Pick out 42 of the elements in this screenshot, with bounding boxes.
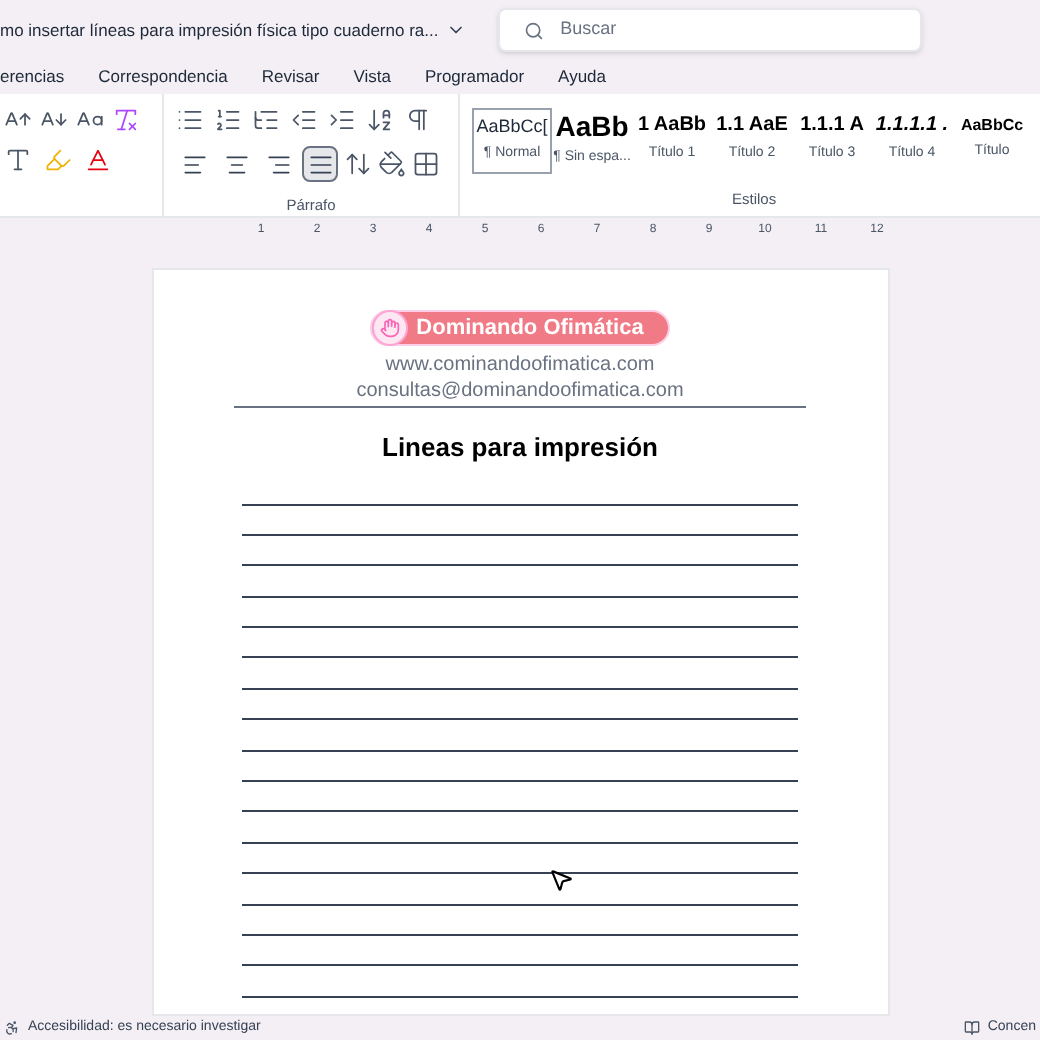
email-text: consultas@dominandoofimatica.com <box>356 379 684 404</box>
menu-tab[interactable]: Vista <box>353 64 391 90</box>
document-heading: Lineas para impresión <box>382 430 658 466</box>
document-title: mo insertar líneas para impresión física tipo cuaderno ra... <box>0 17 439 43</box>
line-spacing-icon[interactable] <box>344 150 372 178</box>
menu-tab[interactable]: erencias <box>0 64 65 90</box>
menu-tab[interactable]: Ayuda <box>558 64 606 90</box>
numbering-icon[interactable] <box>214 106 242 134</box>
menu-tab[interactable]: Programador <box>424 64 525 90</box>
menu-tab[interactable]: Correspondencia <box>98 64 228 90</box>
search-field[interactable]: Buscar <box>560 16 897 44</box>
decrease-indent-icon[interactable] <box>290 106 318 134</box>
shading-icon[interactable] <box>378 150 406 178</box>
focus-icon <box>963 1020 980 1036</box>
hand-icon <box>380 318 401 338</box>
style-preview: AaBbCc[ <box>476 117 548 136</box>
style-preview: 1 AaBb <box>637 116 707 137</box>
align-justify-icon <box>307 151 333 177</box>
sort-icon[interactable] <box>366 106 394 134</box>
increase-indent-icon[interactable] <box>328 106 356 134</box>
style-preview: 1.1 AaE <box>716 116 788 137</box>
accessibility-icon <box>4 1020 20 1036</box>
style-preview: AaBb <box>555 112 629 141</box>
style-preview: AaBbCc <box>960 118 1024 135</box>
style-preview: 1.1.1 A <box>800 116 864 137</box>
borders-icon[interactable] <box>412 150 440 178</box>
text-effects-icon[interactable] <box>4 146 32 174</box>
align-right-icon <box>265 151 291 177</box>
pilcrow-icon[interactable] <box>404 106 432 134</box>
menu-tab[interactable]: Revisar <box>261 64 320 90</box>
align-center-icon <box>223 151 249 177</box>
search-icon <box>524 19 545 41</box>
clear-formatting-icon[interactable] <box>112 106 140 134</box>
website-text: www.cominandoofimatica.com <box>385 354 655 379</box>
style-preview: 1.1.1.1 . <box>875 116 949 137</box>
align-left-icon <box>181 151 207 177</box>
align-button[interactable] <box>302 146 338 182</box>
mouse-pointer-icon <box>548 864 574 896</box>
search-bar[interactable]: Buscar <box>498 8 923 52</box>
logo-text: Dominando Ofimática <box>416 313 644 344</box>
multilevel-list-icon[interactable] <box>252 106 280 134</box>
font-color-icon[interactable] <box>84 146 112 174</box>
